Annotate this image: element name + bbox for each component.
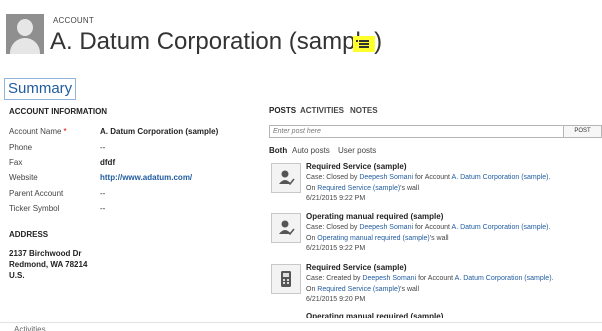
post-wall-link[interactable]: Required Service (sample) [317, 286, 400, 293]
tab-posts[interactable]: POSTS [269, 106, 296, 115]
field-label-phone: Phone [9, 143, 33, 152]
address-line3: U.S. [9, 271, 25, 280]
section-account-information: ACCOUNT INFORMATION [9, 107, 108, 116]
tab-activities[interactable]: ACTIVITIES [300, 106, 344, 115]
post-wall-link[interactable]: Required Service (sample) [317, 185, 400, 192]
case-closed-icon [271, 213, 301, 243]
record-menu-icon[interactable] [353, 36, 375, 52]
record-header: ACCOUNT A. Datum Corporation (sample) [0, 0, 602, 70]
field-value-account-name[interactable]: A. Datum Corporation (sample) [100, 127, 218, 136]
section-activities-cut: Activities [14, 325, 46, 331]
entity-type-label: ACCOUNT [53, 16, 94, 25]
post-date: 6/21/2015 9:22 PM [306, 195, 366, 202]
case-closed-icon [271, 163, 301, 193]
post-account-link[interactable]: A. Datum Corporation (sample). [455, 275, 554, 282]
post-title[interactable]: Operating manual required (sample) [306, 212, 443, 221]
post-title[interactable]: Required Service (sample) [306, 263, 406, 272]
tab-notes[interactable]: NOTES [350, 106, 378, 115]
post-wall: On Required Service (sample)'s wall [306, 286, 420, 293]
post-detail: Case: Closed by Deepesh Somani for Accou… [306, 174, 551, 181]
section-address: ADDRESS [9, 230, 49, 239]
field-label-fax: Fax [9, 158, 23, 167]
post-date: 6/21/2015 9:20 PM [306, 296, 366, 303]
section-divider [0, 322, 602, 323]
field-value-parent-account[interactable]: -- [100, 189, 105, 198]
post-account-link[interactable]: A. Datum Corporation (sample). [452, 174, 551, 181]
post-wall: On Required Service (sample)'s wall [306, 185, 420, 192]
phone-call-icon [271, 264, 301, 294]
post-button[interactable]: POST [563, 125, 602, 138]
field-label-account-name: Account Name * [9, 127, 67, 136]
post-date: 6/21/2015 9:22 PM [306, 245, 366, 252]
post-user-link[interactable]: Deepesh Somani [359, 174, 413, 181]
record-title: A. Datum Corporation (sample) [50, 28, 383, 55]
field-value-website[interactable]: http://www.adatum.com/ [100, 173, 192, 182]
post-detail: Case: Created by Deepesh Somani for Acco… [306, 275, 554, 282]
field-value-fax[interactable]: dfdf [100, 158, 115, 167]
field-label-website: Website [9, 173, 38, 182]
post-item: Required Service (sample) Case: Created … [271, 263, 601, 313]
address-line2: Redmond, WA 78214 [9, 260, 88, 269]
post-title-cut[interactable]: Operating manual required (sample) [306, 312, 443, 318]
post-item: Required Service (sample) Case: Closed b… [271, 162, 601, 212]
post-user-link[interactable]: Deepesh Somani [359, 224, 413, 231]
field-value-ticker-symbol[interactable]: -- [100, 204, 105, 213]
address-line1: 2137 Birchwood Dr [9, 249, 82, 258]
post-wall-link[interactable]: Operating manual required (sample) [317, 235, 429, 242]
field-value-phone[interactable]: -- [100, 143, 105, 152]
filter-user-posts[interactable]: User posts [338, 146, 376, 155]
field-label-ticker-symbol: Ticker Symbol [9, 204, 60, 213]
post-wall: On Operating manual required (sample)'s … [306, 235, 449, 242]
account-avatar-icon [6, 14, 44, 54]
post-detail: Case: Closed by Deepesh Somani for Accou… [306, 224, 551, 231]
filter-both[interactable]: Both [269, 146, 287, 155]
post-account-link[interactable]: A. Datum Corporation (sample). [452, 224, 551, 231]
tab-summary[interactable]: Summary [4, 78, 77, 100]
field-label-parent-account: Parent Account [9, 189, 64, 198]
post-input[interactable]: Enter post here [269, 125, 567, 138]
post-user-link[interactable]: Deepesh Somani [362, 275, 416, 282]
post-item: Operating manual required (sample) Case:… [271, 212, 601, 262]
post-title[interactable]: Required Service (sample) [306, 162, 406, 171]
filter-auto-posts[interactable]: Auto posts [292, 146, 330, 155]
required-indicator: * [63, 127, 67, 136]
